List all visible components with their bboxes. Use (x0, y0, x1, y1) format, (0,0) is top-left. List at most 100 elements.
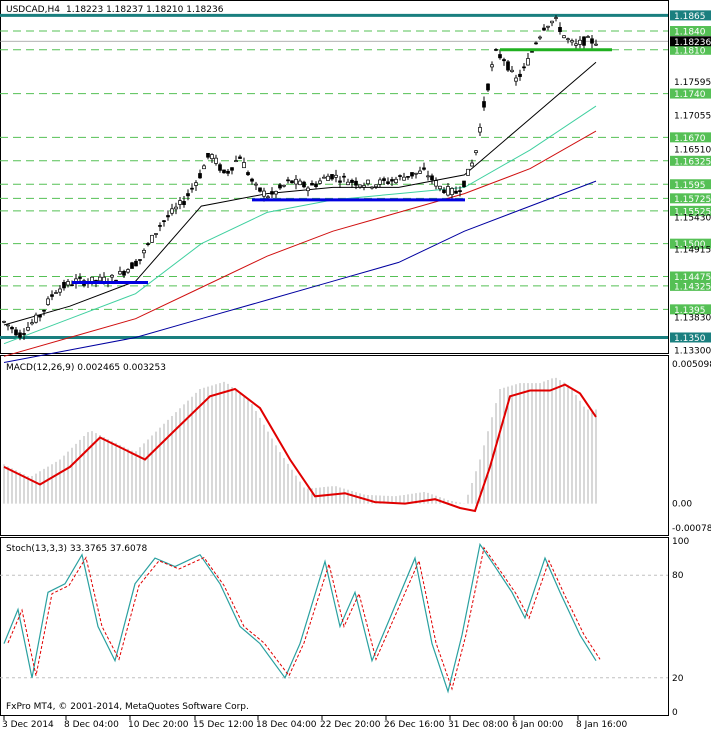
time-label: 3 Dec 2014 (2, 720, 54, 730)
candle-body (314, 183, 318, 187)
stoch-main-line (3, 542, 597, 694)
candle-body (538, 36, 542, 39)
time-label: 6 Jan 00:00 (512, 720, 564, 730)
horizontal-levels[interactable] (0, 13, 668, 339)
candle-body (118, 271, 122, 275)
candle-body (158, 225, 162, 227)
candle-body (238, 156, 242, 159)
candle-body (10, 326, 14, 330)
candle-body (306, 187, 310, 192)
candle-body (566, 38, 570, 41)
candle-body (418, 170, 422, 174)
moving-averages (3, 61, 597, 363)
candle-body (214, 157, 218, 164)
candle-body (110, 274, 114, 278)
candle-body (398, 175, 402, 177)
candle-body (146, 243, 150, 245)
price-label: 1.16325 (674, 157, 711, 167)
candle-body (2, 320, 6, 323)
candle-body (342, 175, 346, 178)
ma-line (3, 180, 597, 363)
candle-body (234, 160, 238, 162)
candle-body (554, 17, 558, 19)
candle-body (286, 179, 290, 182)
price-label: 1.1865 (674, 12, 706, 22)
candle-body (370, 186, 374, 189)
candle-body (18, 332, 22, 338)
candle-body (210, 154, 214, 160)
stoch-scale-label: 0 (672, 708, 678, 718)
candle-body (350, 179, 354, 183)
drawn-lines[interactable] (72, 48, 612, 284)
time-label: 8 Dec 04:00 (64, 720, 119, 730)
price-label: 1.1840 (674, 28, 706, 38)
candle-body (358, 184, 362, 188)
candle-body (322, 176, 326, 179)
candle-body (558, 27, 562, 32)
time-label: 8 Jan 16:00 (576, 720, 628, 730)
candle-body (366, 179, 370, 185)
candle-body (6, 324, 10, 327)
price-label: 1.1350 (674, 334, 706, 344)
candle-body (58, 288, 62, 293)
candle-body (274, 190, 278, 195)
copyright-label: FxPro MT4, © 2001-2014, MetaQuotes Softw… (6, 702, 249, 712)
candle-body (434, 180, 438, 187)
candle-body (162, 220, 166, 223)
candle-body (130, 262, 134, 269)
candle-body (386, 181, 390, 184)
stoch-signal-line (7, 546, 601, 691)
candle-body (402, 176, 406, 181)
candle-body (282, 184, 286, 187)
candle-body (486, 83, 490, 91)
candle-body (22, 333, 26, 335)
candle-body (510, 69, 514, 72)
candle-body (26, 326, 30, 331)
candle-body (298, 180, 302, 186)
time-label: 26 Dec 16:00 (384, 720, 445, 730)
candle-body (494, 49, 498, 51)
candle-body (546, 25, 550, 28)
candle-body (126, 269, 130, 273)
stoch-panel[interactable] (0, 537, 669, 716)
candle-body (470, 162, 474, 167)
candle-body (422, 167, 426, 170)
price-label: 1.1670 (674, 134, 706, 144)
candle-body (482, 101, 486, 108)
chart-window[interactable]: 1.1865 1.1840 1.1810 1.17595 1.1740 1.17055 1.… (0, 0, 711, 732)
candle-body (142, 249, 146, 254)
candle-body (410, 172, 414, 177)
stoch-scale-label: 20 (672, 674, 684, 684)
candle-body (198, 173, 202, 179)
candle-body (250, 178, 254, 182)
candle-body (270, 191, 274, 195)
candle-body (46, 298, 50, 305)
candle-body (254, 183, 258, 186)
candle-body (70, 284, 74, 287)
candle-body (354, 180, 358, 186)
candle-body (66, 281, 70, 286)
candle-body (542, 27, 546, 31)
ohlc-label: 1.18223 1.18237 1.18210 1.18236 (66, 5, 224, 15)
candle-body (446, 186, 450, 196)
symbol-label: USDCAD,H4 (6, 5, 60, 15)
candle-body (294, 178, 298, 185)
candle-body (194, 182, 198, 186)
macd-scale-label: 0.005098 (672, 360, 711, 370)
price-label: 1.14325 (674, 282, 711, 292)
candle-body (394, 178, 398, 184)
candle-body (182, 201, 186, 205)
candle-body (506, 61, 510, 71)
candle-body (382, 178, 386, 181)
candle-body (490, 64, 494, 68)
price-label: 1.1595 (674, 181, 706, 191)
candle-body (190, 187, 194, 190)
chart-canvas[interactable]: 1.1865 1.1840 1.1810 1.17595 1.1740 1.17055 1.… (0, 0, 711, 732)
candle-body (374, 184, 378, 188)
candlesticks (2, 15, 598, 341)
candle-body (30, 322, 34, 325)
candle-body (42, 309, 46, 312)
candle-body (526, 58, 530, 66)
candle-body (302, 181, 306, 188)
candle-body (134, 260, 138, 267)
